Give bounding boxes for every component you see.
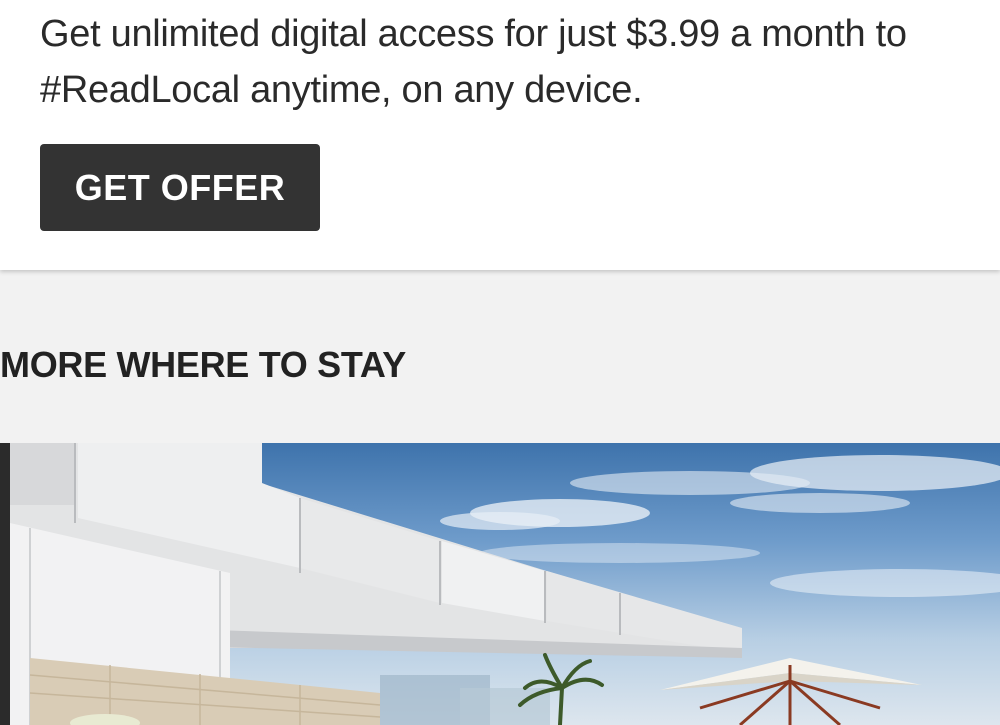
hotel-rooftop-photo	[0, 443, 1000, 725]
hero-image[interactable]	[0, 443, 1000, 725]
promo-text: Get unlimited digital access for just $3…	[40, 13, 907, 111]
subscription-promo: Get unlimited digital access for just $3…	[0, 0, 1000, 270]
get-offer-button[interactable]: GET OFFER	[40, 144, 320, 231]
section-title: MORE WHERE TO STAY	[0, 344, 406, 385]
